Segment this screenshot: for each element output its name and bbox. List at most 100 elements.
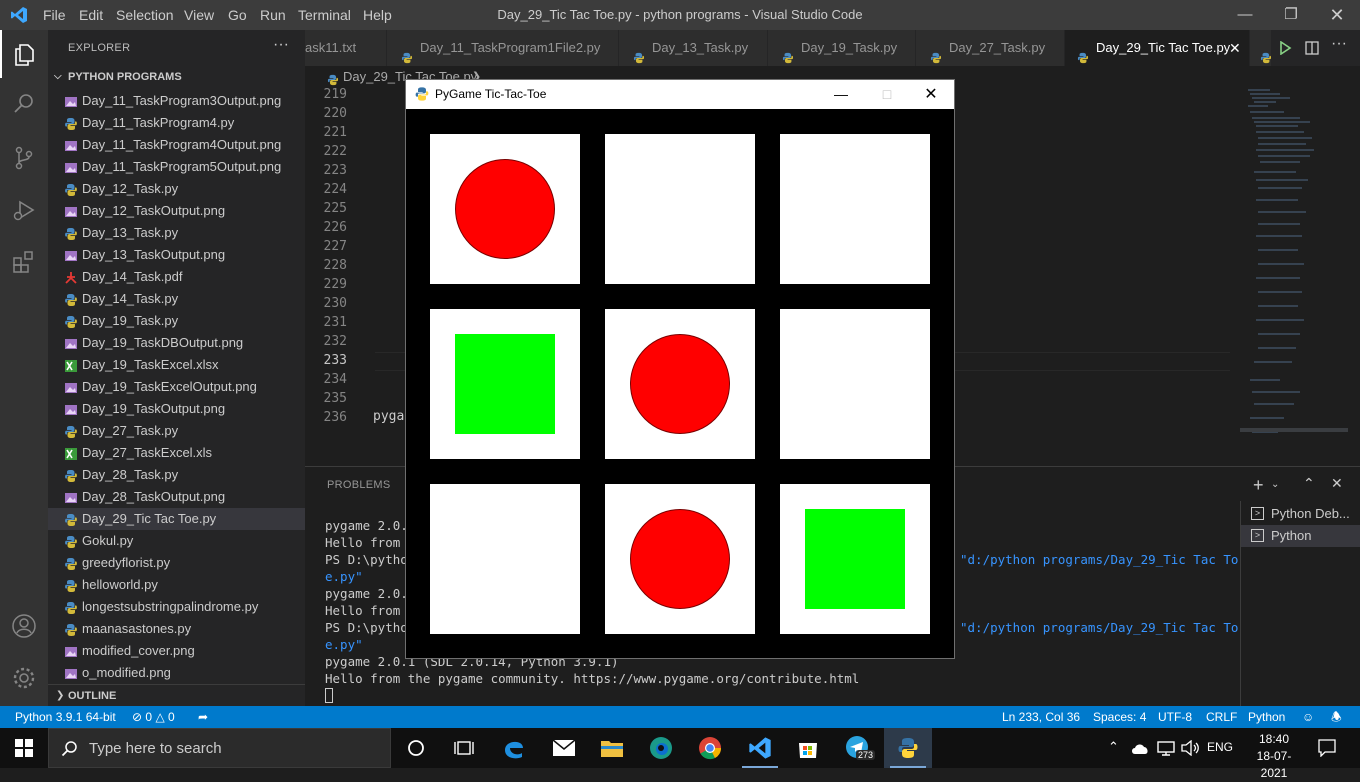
tab-day11-taskprogram1file2[interactable]: Day_11_TaskProgram1File2.py <box>387 30 619 66</box>
edge-app[interactable] <box>637 728 685 768</box>
pygame-app[interactable] <box>884 728 932 768</box>
end-of-line[interactable]: CRLF <box>1206 706 1237 728</box>
pygame-close-button[interactable]: ✕ <box>908 80 954 109</box>
search-activity[interactable] <box>0 80 48 128</box>
pygame-maximize-button[interactable]: □ <box>864 80 910 109</box>
file-item[interactable]: Day_14_Task.py <box>48 288 305 310</box>
telegram-app[interactable]: 273 <box>834 728 882 768</box>
file-item[interactable]: modified_cover.png <box>48 640 305 662</box>
tab-day19-task[interactable]: Day_19_Task.py <box>768 30 916 66</box>
file-item[interactable]: Day_28_Task.py <box>48 464 305 486</box>
file-item[interactable]: Day_11_TaskProgram4.py <box>48 112 305 134</box>
file-item[interactable]: Day_13_Task.py <box>48 222 305 244</box>
notifications-icon[interactable]: 🕭 <box>1331 706 1342 728</box>
cortana-button[interactable] <box>392 728 440 768</box>
file-item[interactable]: Day_28_TaskOutput.png <box>48 486 305 508</box>
start-button[interactable] <box>0 728 48 768</box>
close-tab-icon[interactable]: ✕ <box>1229 30 1241 66</box>
editor-scrollbar[interactable] <box>1348 88 1360 466</box>
input-language[interactable]: ENG <box>1207 740 1233 754</box>
tab-problems[interactable]: PROBLEMS <box>327 479 391 491</box>
board-cell[interactable] <box>780 134 930 284</box>
source-control-activity[interactable] <box>0 134 48 182</box>
python-interpreter[interactable]: Python 3.9.1 64-bit <box>15 706 116 728</box>
menu-view[interactable]: View <box>184 7 214 23</box>
file-item[interactable]: Day_14_Task.pdf <box>48 266 305 288</box>
pygame-title-bar[interactable]: PyGame Tic-Tac-Toe — □ ✕ <box>406 80 954 109</box>
extensions-activity[interactable] <box>0 238 48 286</box>
file-item[interactable]: Day_11_TaskProgram4Output.png <box>48 134 305 156</box>
more-editor-actions-icon[interactable]: ··· <box>1331 35 1347 53</box>
terminal-item-python-debug[interactable]: > Python Deb... <box>1241 503 1360 525</box>
mail-app[interactable] <box>540 728 588 768</box>
file-item[interactable]: Day_27_Task.py <box>48 420 305 442</box>
file-item[interactable]: Gokul.py <box>48 530 305 552</box>
action-center-icon[interactable] <box>1318 739 1336 757</box>
minimize-button[interactable]: — <box>1222 0 1268 30</box>
file-item[interactable]: Day_19_Task.py <box>48 310 305 332</box>
board-cell[interactable] <box>430 134 580 284</box>
board-cell[interactable] <box>780 309 930 459</box>
store-app[interactable] <box>784 728 832 768</box>
board-cell[interactable] <box>605 134 755 284</box>
board-cell[interactable] <box>605 309 755 459</box>
file-item[interactable]: greedyflorist.py <box>48 552 305 574</box>
terminal-item-python[interactable]: > Python <box>1241 525 1360 547</box>
file-item[interactable]: Day_27_TaskExcel.xls <box>48 442 305 464</box>
chevron-up-icon[interactable]: ⌃ <box>1108 739 1119 755</box>
problems-indicator[interactable]: ⊘ 0 △ 0 <box>132 706 175 728</box>
file-item[interactable]: Day_12_TaskOutput.png <box>48 200 305 222</box>
split-editor-icon[interactable] <box>1305 41 1319 55</box>
file-explorer-app[interactable] <box>588 728 636 768</box>
close-panel-icon[interactable]: ✕ <box>1331 475 1343 492</box>
file-item[interactable]: Day_19_TaskDBOutput.png <box>48 332 305 354</box>
board-cell[interactable] <box>430 309 580 459</box>
network-icon[interactable] <box>1156 740 1176 756</box>
taskbar-search[interactable]: Type here to search <box>48 728 391 768</box>
run-file-icon[interactable] <box>1278 41 1292 55</box>
menu-selection[interactable]: Selection <box>116 7 174 23</box>
file-item[interactable]: Day_13_TaskOutput.png <box>48 244 305 266</box>
menu-go[interactable]: Go <box>228 7 247 23</box>
new-terminal-icon[interactable]: + <box>1253 475 1264 496</box>
file-item[interactable]: Day_12_Task.py <box>48 178 305 200</box>
file-item[interactable]: maanasastones.py <box>48 618 305 640</box>
board-cell[interactable] <box>780 484 930 634</box>
menu-terminal[interactable]: Terminal <box>298 7 351 23</box>
file-item[interactable]: helloworld.py <box>48 574 305 596</box>
tab-day13-task[interactable]: Day_13_Task.py <box>619 30 768 66</box>
explorer-activity[interactable] <box>0 30 48 78</box>
tab-ask11[interactable]: ask11.txt <box>305 30 387 66</box>
encoding[interactable]: UTF-8 <box>1158 706 1192 728</box>
pygame-minimize-button[interactable]: — <box>818 80 864 109</box>
onedrive-icon[interactable] <box>1130 740 1150 756</box>
file-item[interactable]: Day_11_TaskProgram5Output.png <box>48 156 305 178</box>
tab-day29-tic-tac-toe[interactable]: Day_29_Tic Tac Toe.py ✕ <box>1065 30 1250 66</box>
file-item[interactable]: Day_19_TaskOutput.png <box>48 398 305 420</box>
run-debug-activity[interactable] <box>0 186 48 234</box>
minimap[interactable] <box>1240 88 1348 466</box>
close-button[interactable]: ✕ <box>1314 0 1360 30</box>
chevron-down-icon[interactable]: ⌄ <box>1271 479 1279 490</box>
file-item[interactable]: longestsubstringpalindrome.py <box>48 596 305 618</box>
outline-header[interactable]: ❯ OUTLINE <box>48 684 305 706</box>
file-item[interactable]: o_modified.png <box>48 662 305 684</box>
menu-file[interactable]: File <box>43 7 66 23</box>
board-cell[interactable] <box>605 484 755 634</box>
tab-day27-task[interactable]: Day_27_Task.py <box>916 30 1065 66</box>
accounts-activity[interactable] <box>0 602 48 650</box>
menu-help[interactable]: Help <box>363 7 392 23</box>
restore-button[interactable]: ❐ <box>1268 0 1314 30</box>
file-item[interactable]: Day_19_TaskExcelOutput.png <box>48 376 305 398</box>
edge-legacy-app[interactable] <box>490 728 538 768</box>
volume-icon[interactable] <box>1180 740 1200 756</box>
file-item[interactable]: Day_19_TaskExcel.xlsx <box>48 354 305 376</box>
feedback-icon[interactable]: ☺ <box>1302 706 1314 728</box>
manage-activity[interactable] <box>0 654 48 702</box>
file-item[interactable]: Day_11_TaskProgram3Output.png <box>48 90 305 112</box>
cursor-position[interactable]: Ln 233, Col 36 <box>1002 706 1080 728</box>
maximize-panel-icon[interactable]: ⌃ <box>1303 475 1315 492</box>
vscode-app[interactable] <box>736 728 784 768</box>
file-item[interactable]: Day_29_Tic Tac Toe.py <box>48 508 305 530</box>
indentation[interactable]: Spaces: 4 <box>1093 706 1146 728</box>
